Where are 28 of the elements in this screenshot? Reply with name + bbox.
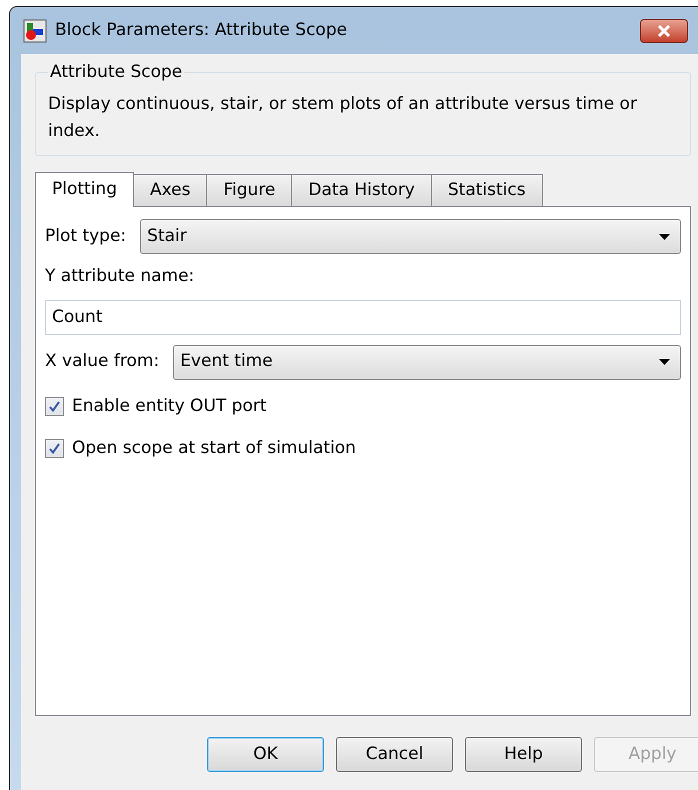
close-icon [657, 24, 671, 36]
dropdown[interactable]: Stair [140, 219, 681, 254]
dialog-button[interactable]: Cancel [336, 737, 453, 772]
tab[interactable]: Data History [292, 174, 432, 206]
tab[interactable]: Figure [207, 174, 292, 206]
checkmark-icon [49, 443, 60, 454]
tab[interactable]: Plotting [35, 172, 134, 207]
dialog-button[interactable]: OK [207, 737, 324, 772]
close-button[interactable] [640, 18, 688, 42]
checkbox-label: Enable entity OUT port [72, 394, 267, 418]
dialog-button[interactable]: Help [465, 737, 582, 772]
checkbox-label: Open scope at start of simulation [72, 436, 356, 460]
dropdown[interactable]: Event time [173, 344, 681, 380]
input-field[interactable]: Count [45, 300, 681, 334]
tab[interactable]: Axes [134, 174, 208, 206]
checkbox[interactable] [45, 397, 64, 416]
field-label: Plot type: [45, 224, 126, 248]
checkmark-icon [49, 401, 60, 412]
block-icon [23, 18, 47, 42]
field-label: Y attribute name: [45, 265, 196, 288]
caret-icon [659, 359, 670, 365]
description-text: Display continuous, stair, or stem plots of an attribute versus time or index. [48, 93, 638, 143]
field-label: X value from: [45, 350, 160, 374]
tab[interactable]: Statistics [432, 174, 543, 206]
checkbox[interactable] [45, 439, 64, 458]
window-title: Block Parameters: Attribute Scope [55, 18, 348, 42]
group-title: Attribute Scope [48, 61, 184, 83]
caret-icon [659, 234, 670, 240]
